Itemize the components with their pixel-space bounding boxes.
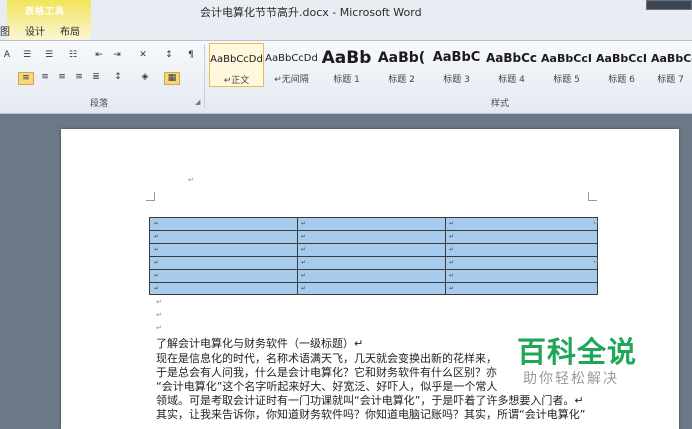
style-heading-1[interactable]: AaBb 标题 1 bbox=[319, 43, 374, 87]
style-sample: AaBbCcI bbox=[651, 52, 692, 65]
align-left-icon[interactable]: ≡ bbox=[18, 72, 34, 85]
style-name: 标题 4 bbox=[498, 75, 525, 85]
style-no-spacing[interactable]: AaBbCcDd ↵无间隔 bbox=[264, 43, 319, 87]
tab-layout[interactable]: 布局 bbox=[60, 23, 80, 38]
tab-design[interactable]: 设计 bbox=[25, 23, 45, 38]
table-row-line bbox=[150, 256, 597, 257]
cell-mark: ↵ bbox=[301, 246, 307, 253]
cell-mark: ↵ bbox=[449, 285, 455, 292]
style-name: 标题 2 bbox=[388, 75, 415, 85]
row-end-mark: ↵ bbox=[593, 258, 599, 266]
title-bar: 表格工具 会计电算化节节高升.docx - Microsoft Word 图 设… bbox=[0, 0, 692, 40]
decrease-indent-icon[interactable]: ⇤ bbox=[92, 50, 106, 61]
table-row-line bbox=[150, 243, 597, 244]
style-sample: AaBbCcI bbox=[596, 52, 647, 65]
cell-mark: ↵ bbox=[154, 220, 160, 227]
cell-mark: ↵ bbox=[449, 220, 455, 227]
distributed-icon[interactable]: ≣ bbox=[89, 72, 103, 83]
style-name: 标题 3 bbox=[443, 75, 470, 85]
font-size-icon[interactable]: A bbox=[0, 50, 14, 61]
style-heading-5[interactable]: AaBbCcI 标题 5 bbox=[539, 43, 594, 87]
style-sample: AaBb bbox=[321, 48, 372, 68]
tab-partial[interactable]: 图 bbox=[0, 23, 10, 38]
table-row-line bbox=[150, 269, 597, 270]
style-heading-6[interactable]: AaBbCcI 标题 6 bbox=[594, 43, 649, 87]
cell-mark: ↵ bbox=[154, 259, 160, 266]
style-normal[interactable]: AaBbCcDd ↵正文 bbox=[209, 43, 264, 87]
paragraph-mark: ↵ bbox=[156, 298, 162, 306]
style-heading-7[interactable]: AaBbCcI 标题 7 bbox=[649, 43, 692, 87]
style-heading-3[interactable]: AaBbC 标题 3 bbox=[429, 43, 484, 87]
style-name: 标题 5 bbox=[553, 75, 580, 85]
increase-indent-icon[interactable]: ⇥ bbox=[110, 50, 124, 61]
paragraph-mark: ↵ bbox=[156, 324, 162, 332]
watermark-subtitle: 助你轻松解决 bbox=[523, 371, 619, 387]
cell-mark: ↵ bbox=[449, 272, 455, 279]
style-sample: AaBbCcI bbox=[541, 52, 592, 65]
numbered-list-icon[interactable]: ☰ bbox=[42, 50, 56, 61]
paragraph-group-label: 段落 bbox=[90, 99, 109, 109]
show-marks-icon[interactable]: ¶ bbox=[184, 50, 198, 61]
align-center-icon[interactable]: ≡ bbox=[38, 72, 52, 83]
style-sample: AaBbCc bbox=[485, 51, 538, 65]
margin-corner-mark bbox=[146, 192, 155, 201]
table-row-line bbox=[150, 230, 597, 231]
cell-mark: ↵ bbox=[154, 246, 160, 253]
watermark-logo: 百科全说 助你轻松解决 bbox=[497, 324, 672, 395]
line-spacing-icon[interactable]: ↕ bbox=[111, 72, 125, 83]
justify-icon[interactable]: ≡ bbox=[72, 72, 86, 83]
cell-mark: ↵ bbox=[449, 259, 455, 266]
chinese-layout-icon[interactable]: ✕ bbox=[136, 50, 150, 61]
style-heading-4[interactable]: AaBbCc 标题 4 bbox=[484, 43, 539, 87]
style-heading-2[interactable]: AaBb( 标题 2 bbox=[374, 43, 429, 87]
paragraph-dialog-launcher-icon[interactable]: ◢ bbox=[195, 98, 200, 106]
align-right-icon[interactable]: ≡ bbox=[55, 72, 69, 83]
table-column-line bbox=[445, 218, 446, 294]
style-sample: AaBb( bbox=[377, 50, 426, 66]
cell-mark: ↵ bbox=[154, 285, 160, 292]
body-text-line: 其实，让我来告诉你，你知道财务软件吗？你知道电脑记账吗？其实，所谓“会计电算化” bbox=[156, 408, 586, 421]
styles-group-label: 样式 bbox=[491, 99, 510, 109]
cell-mark: ↵ bbox=[301, 285, 307, 292]
cell-mark: ↵ bbox=[301, 259, 307, 266]
cell-mark: ↵ bbox=[301, 272, 307, 279]
style-name: ↵正文 bbox=[223, 76, 250, 86]
cell-mark: ↵ bbox=[154, 233, 160, 240]
style-name: 标题 7 bbox=[657, 75, 684, 85]
cell-mark: ↵ bbox=[449, 233, 455, 240]
paragraph-mark: ↵ bbox=[156, 311, 162, 319]
table-tools-label: 表格工具 bbox=[25, 7, 66, 17]
table-row-line bbox=[150, 282, 597, 283]
style-name: 标题 6 bbox=[608, 75, 635, 85]
watermark-title: 百科全说 bbox=[517, 335, 638, 369]
sort-icon[interactable]: ↕ bbox=[162, 50, 176, 61]
window-controls[interactable] bbox=[646, 0, 692, 10]
bullet-list-icon[interactable]: ☰ bbox=[20, 50, 34, 61]
paragraph-mark: ↵ bbox=[188, 176, 194, 184]
style-sample: AaBbCcDd bbox=[210, 54, 263, 65]
style-sample: AaBbC bbox=[432, 50, 481, 65]
cell-mark: ↵ bbox=[301, 220, 307, 227]
window-title: 会计电算化节节高升.docx - Microsoft Word bbox=[200, 6, 422, 19]
shading-icon[interactable]: ◈ bbox=[138, 72, 152, 83]
multilevel-list-icon[interactable]: ☷ bbox=[66, 50, 80, 61]
style-name: ↵无间隔 bbox=[274, 75, 309, 85]
style-sample: AaBbCcDd bbox=[265, 53, 318, 64]
heading-line: 了解会计电算化与财务软件（一级标题）↵ bbox=[156, 337, 364, 350]
cell-mark: ↵ bbox=[449, 246, 455, 253]
style-name: 标题 1 bbox=[333, 75, 360, 85]
document-table[interactable]: ↵ ↵ ↵ ↵ ↵ ↵ ↵ ↵ ↵ ↵ ↵ ↵ ↵ ↵ ↵ ↵ ↵ ↵ bbox=[149, 217, 598, 295]
borders-icon[interactable]: ▦ bbox=[164, 72, 180, 85]
cell-mark: ↵ bbox=[301, 233, 307, 240]
margin-corner-mark bbox=[588, 192, 597, 201]
table-column-line bbox=[297, 218, 298, 294]
cell-mark: ↵ bbox=[154, 272, 160, 279]
row-end-mark: ↵ bbox=[593, 219, 599, 227]
group-divider bbox=[204, 44, 205, 108]
